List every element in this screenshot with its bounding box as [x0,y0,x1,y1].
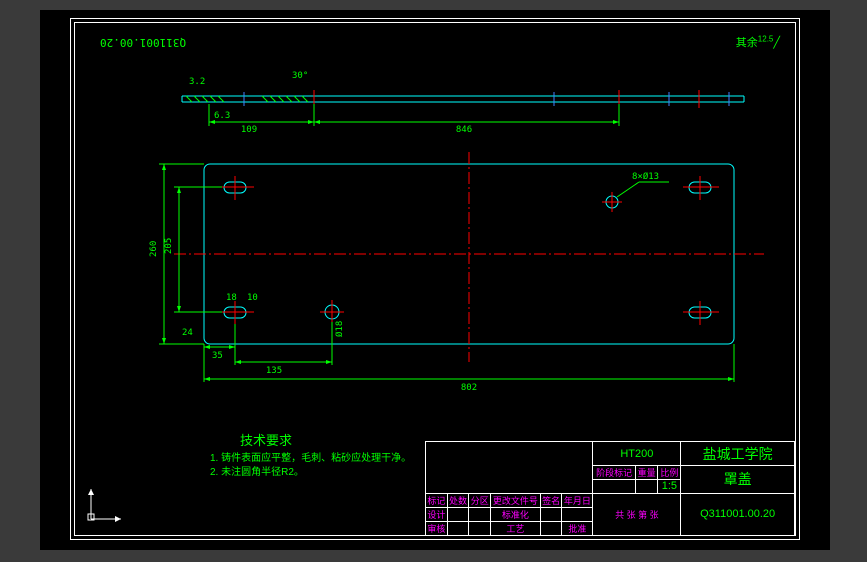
svg-text:109: 109 [241,125,257,135]
tech-req-1: 1. 铸件表面应平整，毛刺、粘砂应处理干净。 [210,452,411,466]
title-block: HT200 盐城工学院 阶段标记 重量 比例 罩盖 1:5 标记 处数 分区 更… [425,441,795,536]
svg-text:205: 205 [164,238,174,254]
svg-text:846: 846 [456,125,472,135]
slot-tl [218,176,254,200]
svg-text:30°: 30° [292,71,308,81]
slot-bl [218,301,254,325]
roughness-bottom: 6.3 [214,111,230,121]
hole-tr: 8×Ø13 [602,171,669,212]
svg-text:260: 260 [149,241,159,257]
drawing-number: Q311001.00.20 [681,493,795,535]
ucs-icon [86,484,126,524]
svg-text:8×Ø13: 8×Ø13 [632,171,659,182]
svg-text:Ø18: Ø18 [334,321,345,337]
svg-text:10: 10 [247,293,258,303]
material: HT200 [593,442,681,466]
school: 盐城工学院 [681,442,795,466]
plan-view: 8×Ø13 18 10 260 205 [149,152,764,393]
cad-viewport[interactable]: Q311001.00.20 其余12.5╱ [40,10,830,550]
tech-req-2: 2. 未注圆角半径R2。 [210,466,411,480]
svg-text:18: 18 [226,293,237,303]
svg-text:135: 135 [266,366,282,376]
roughness-top: 3.2 [189,77,205,87]
part-name: 罩盖 [681,466,795,493]
svg-text:24: 24 [182,328,193,338]
slot-br [683,301,719,325]
slot-tr [683,176,719,200]
svg-text:35: 35 [212,351,223,361]
scale: 1:5 [658,480,681,493]
technical-requirements: 技术要求 1. 铸件表面应平整，毛刺、粘砂应处理干净。 2. 未注圆角半径R2。 [210,432,411,480]
tech-req-title: 技术要求 [240,432,411,450]
side-view: 3.2 6.3 109 846 30° [182,71,744,135]
hole-bl [320,300,344,324]
svg-text:802: 802 [461,383,477,393]
